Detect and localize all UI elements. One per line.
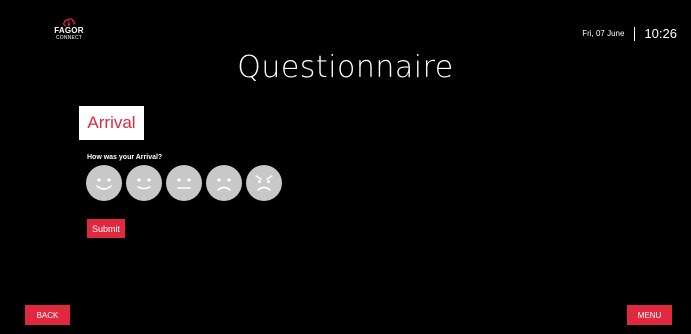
very-happy-face-icon[interactable] <box>86 165 122 201</box>
angry-face-icon[interactable] <box>246 165 282 201</box>
neutral-face-icon[interactable] <box>166 165 202 201</box>
date-time-display: Fri, 07 June 10:26 <box>582 26 677 41</box>
page-title: Questionnaire <box>237 50 454 85</box>
section-label: Arrival <box>87 113 136 132</box>
logo-brand-text: FAGOR <box>54 26 84 35</box>
fagor-connect-logo: FAGOR CONNECT <box>52 16 86 41</box>
sad-face-icon[interactable] <box>206 165 242 201</box>
logo-sub-text: CONNECT <box>55 35 83 41</box>
date-time-divider <box>634 26 636 41</box>
back-button[interactable]: BACK <box>25 305 70 325</box>
rating-faces <box>86 165 282 201</box>
questionnaire-screen: FAGOR CONNECT Fri, 07 June 10:26 Questio… <box>0 0 691 334</box>
section-label-box: Arrival <box>79 106 144 140</box>
submit-button[interactable]: Submit <box>87 219 125 238</box>
current-time: 10:26 <box>644 26 677 41</box>
happy-face-icon[interactable] <box>126 165 162 201</box>
current-date: Fri, 07 June <box>582 29 625 38</box>
menu-button[interactable]: MENU <box>627 305 672 325</box>
question-text: How was your Arrival? <box>87 154 163 161</box>
